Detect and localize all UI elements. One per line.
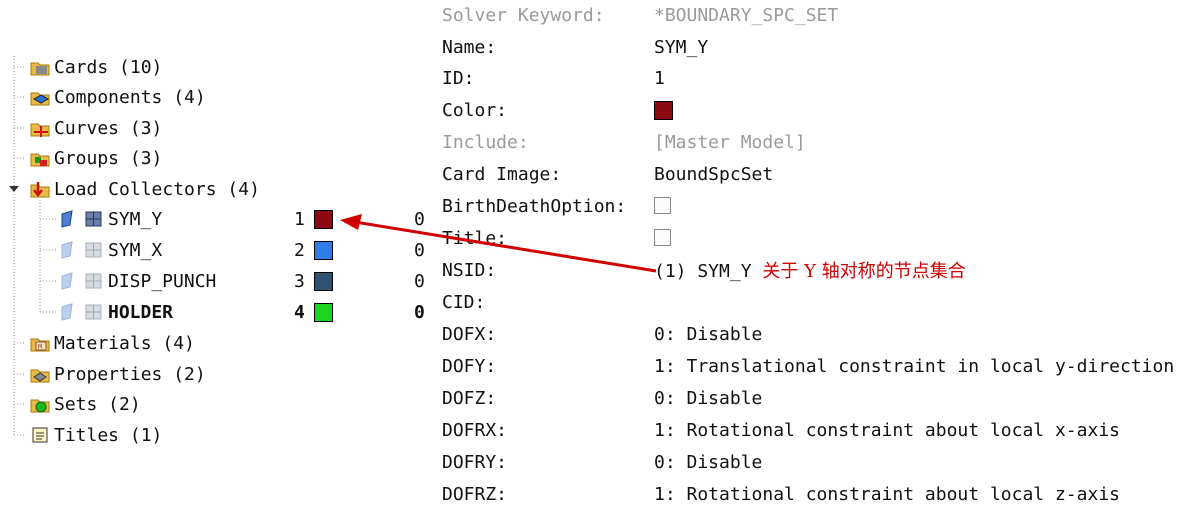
tree-item-cards[interactable]: Cards (10) (30, 54, 162, 80)
load-collector-id: 1 (294, 209, 305, 230)
element-visibility-icon[interactable] (84, 240, 104, 260)
tree-item-load-collectors[interactable]: Load Collectors (4) (30, 176, 260, 202)
dofx-value[interactable]: 0: Disable (654, 324, 762, 345)
load-collector-count: 0 (414, 271, 425, 292)
property-key: BirthDeathOption: (442, 195, 627, 217)
include-value: [Master Model] (654, 131, 806, 153)
property-key: Include: (442, 131, 529, 153)
svg-text:M: M (38, 343, 42, 351)
load-collector-count: 0 (414, 240, 425, 261)
load-collector-row[interactable]: HOLDER (60, 299, 173, 325)
property-key: DOFRX: (442, 419, 508, 441)
load-collector-color-swatch[interactable] (314, 303, 333, 322)
load-collector-color-swatch[interactable] (314, 241, 333, 260)
id-value[interactable]: 1 (654, 68, 665, 89)
tree-item-label: Components (4) (54, 86, 206, 108)
tree-item-label: Load Collectors (4) (54, 178, 260, 200)
dofrz-value[interactable]: 1: Rotational constraint about local z-a… (654, 484, 1120, 505)
title-checkbox[interactable] (654, 229, 671, 246)
tree-item-components[interactable]: Components (4) (30, 84, 206, 110)
tree-item-label: Groups (3) (54, 147, 163, 169)
tree-item-materials[interactable]: M Materials (4) (30, 330, 195, 356)
load-collector-name: SYM_X (108, 239, 163, 261)
groups-icon (30, 148, 50, 168)
curves-icon (30, 118, 50, 138)
property-key: DOFY: (442, 355, 497, 377)
nsid-selection: (1) SYM_Y (654, 261, 752, 282)
color-swatch-value[interactable] (654, 101, 673, 125)
load-collector-row[interactable]: SYM_Y (60, 206, 162, 232)
tree-item-label: Materials (4) (54, 332, 195, 354)
load-collector-visibility-icon[interactable] (60, 271, 80, 291)
tree-item-label: Titles (1) (54, 424, 163, 446)
card-image-value[interactable]: BoundSpcSet (654, 164, 773, 185)
property-key: Color: (442, 99, 508, 121)
nsid-value[interactable]: (1) SYM_Y 关于 Y 轴对称的节点集合 (654, 257, 966, 283)
dofry-value[interactable]: 0: Disable (654, 452, 762, 473)
load-collector-name: HOLDER (108, 301, 174, 323)
property-key: Title: (442, 227, 508, 249)
load-collector-count: 0 (414, 302, 425, 323)
element-visibility-icon[interactable] (84, 271, 104, 291)
tree-item-curves[interactable]: Curves (3) (30, 115, 162, 141)
property-key: DOFRY: (442, 451, 508, 473)
load-collector-visibility-icon[interactable] (60, 240, 80, 260)
model-browser-tree: Cards (10) Components (4) Curves (3) Gro… (0, 0, 440, 512)
property-key: DOFZ: (442, 387, 497, 409)
load-collector-count: 0 (414, 209, 425, 230)
element-visibility-icon[interactable] (84, 209, 104, 229)
load-collector-id: 4 (294, 302, 305, 323)
load-collectors-icon (30, 179, 50, 199)
load-collector-color-swatch[interactable] (314, 272, 333, 291)
titles-icon (30, 425, 50, 445)
load-collector-id: 2 (294, 240, 305, 261)
title-checkbox-wrapper (654, 229, 671, 251)
load-collector-visibility-icon[interactable] (60, 302, 80, 322)
property-key: CID: (442, 291, 486, 313)
birth-death-checkbox[interactable] (654, 197, 671, 214)
element-visibility-icon[interactable] (84, 302, 104, 322)
nsid-annotation: 关于 Y 轴对称的节点集合 (762, 261, 966, 282)
load-collector-row[interactable]: DISP_PUNCH (60, 268, 216, 294)
load-collector-visibility-icon[interactable] (60, 209, 80, 229)
load-collector-row[interactable]: SYM_X (60, 237, 162, 263)
tree-item-properties[interactable]: Properties (2) (30, 361, 206, 387)
tree-item-label: Cards (10) (54, 56, 163, 78)
cards-icon (30, 57, 50, 77)
property-key: Card Image: (442, 163, 562, 185)
load-collector-name: DISP_PUNCH (108, 270, 217, 292)
tree-item-sets[interactable]: Sets (2) (30, 391, 141, 417)
property-key: Solver Keyword: (442, 4, 605, 26)
tree-item-label: Curves (3) (54, 117, 163, 139)
expand-arrow-icon (9, 186, 19, 192)
dofy-value[interactable]: 1: Translational constraint in local y-d… (654, 356, 1174, 377)
materials-icon: M (30, 333, 50, 353)
entity-properties-panel: Solver Keyword: *BOUNDARY_SPC_SET Name: … (442, 0, 1192, 512)
tree-item-label: Sets (2) (54, 393, 141, 415)
name-value[interactable]: SYM_Y (654, 37, 708, 58)
dofrx-value[interactable]: 1: Rotational constraint about local x-a… (654, 420, 1120, 441)
property-value: *BOUNDARY_SPC_SET (654, 4, 839, 26)
components-icon (30, 87, 50, 107)
load-collector-color-swatch[interactable] (314, 210, 333, 229)
property-key: Name: (442, 36, 497, 58)
load-collector-name: SYM_Y (108, 208, 163, 230)
tree-item-titles[interactable]: Titles (1) (30, 422, 162, 448)
tree-item-groups[interactable]: Groups (3) (30, 145, 162, 171)
birth-death-checkbox-wrapper (654, 197, 671, 219)
load-collector-id: 3 (294, 271, 305, 292)
property-key: ID: (442, 67, 475, 89)
property-key: DOFRZ: (442, 483, 508, 505)
tree-item-label: Properties (2) (54, 363, 206, 385)
sets-icon (30, 394, 50, 414)
properties-icon (30, 364, 50, 384)
property-key: NSID: (442, 259, 497, 281)
property-key: DOFX: (442, 323, 497, 345)
dofz-value[interactable]: 0: Disable (654, 388, 762, 409)
